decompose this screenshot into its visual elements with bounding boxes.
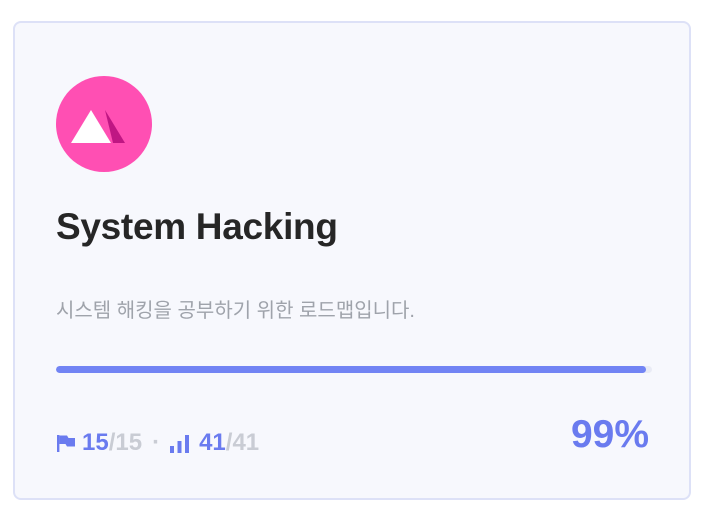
levels-current: 41 — [199, 429, 226, 456]
progress-percent: 99% — [570, 413, 649, 456]
levels-total: /41 — [225, 429, 260, 456]
mountain-icon — [56, 76, 152, 172]
bar-chart-icon — [170, 433, 190, 453]
stats-separator: · — [152, 429, 161, 456]
card-description: 시스템 해킹을 공부하기 위한 로드맵입니다. — [56, 300, 415, 322]
progress-bar — [56, 366, 652, 373]
card-title: System Hacking — [56, 206, 338, 247]
flag-icon — [56, 434, 76, 452]
flags-current: 15 — [82, 429, 109, 456]
progress-fill — [56, 366, 647, 373]
stats-row: 15 /15 · 41 /41 — [56, 428, 259, 458]
roadmap-card[interactable]: System Hacking 시스템 해킹을 공부하기 위한 로드맵입니다. 1… — [13, 21, 691, 500]
flags-total: /15 — [108, 429, 143, 456]
